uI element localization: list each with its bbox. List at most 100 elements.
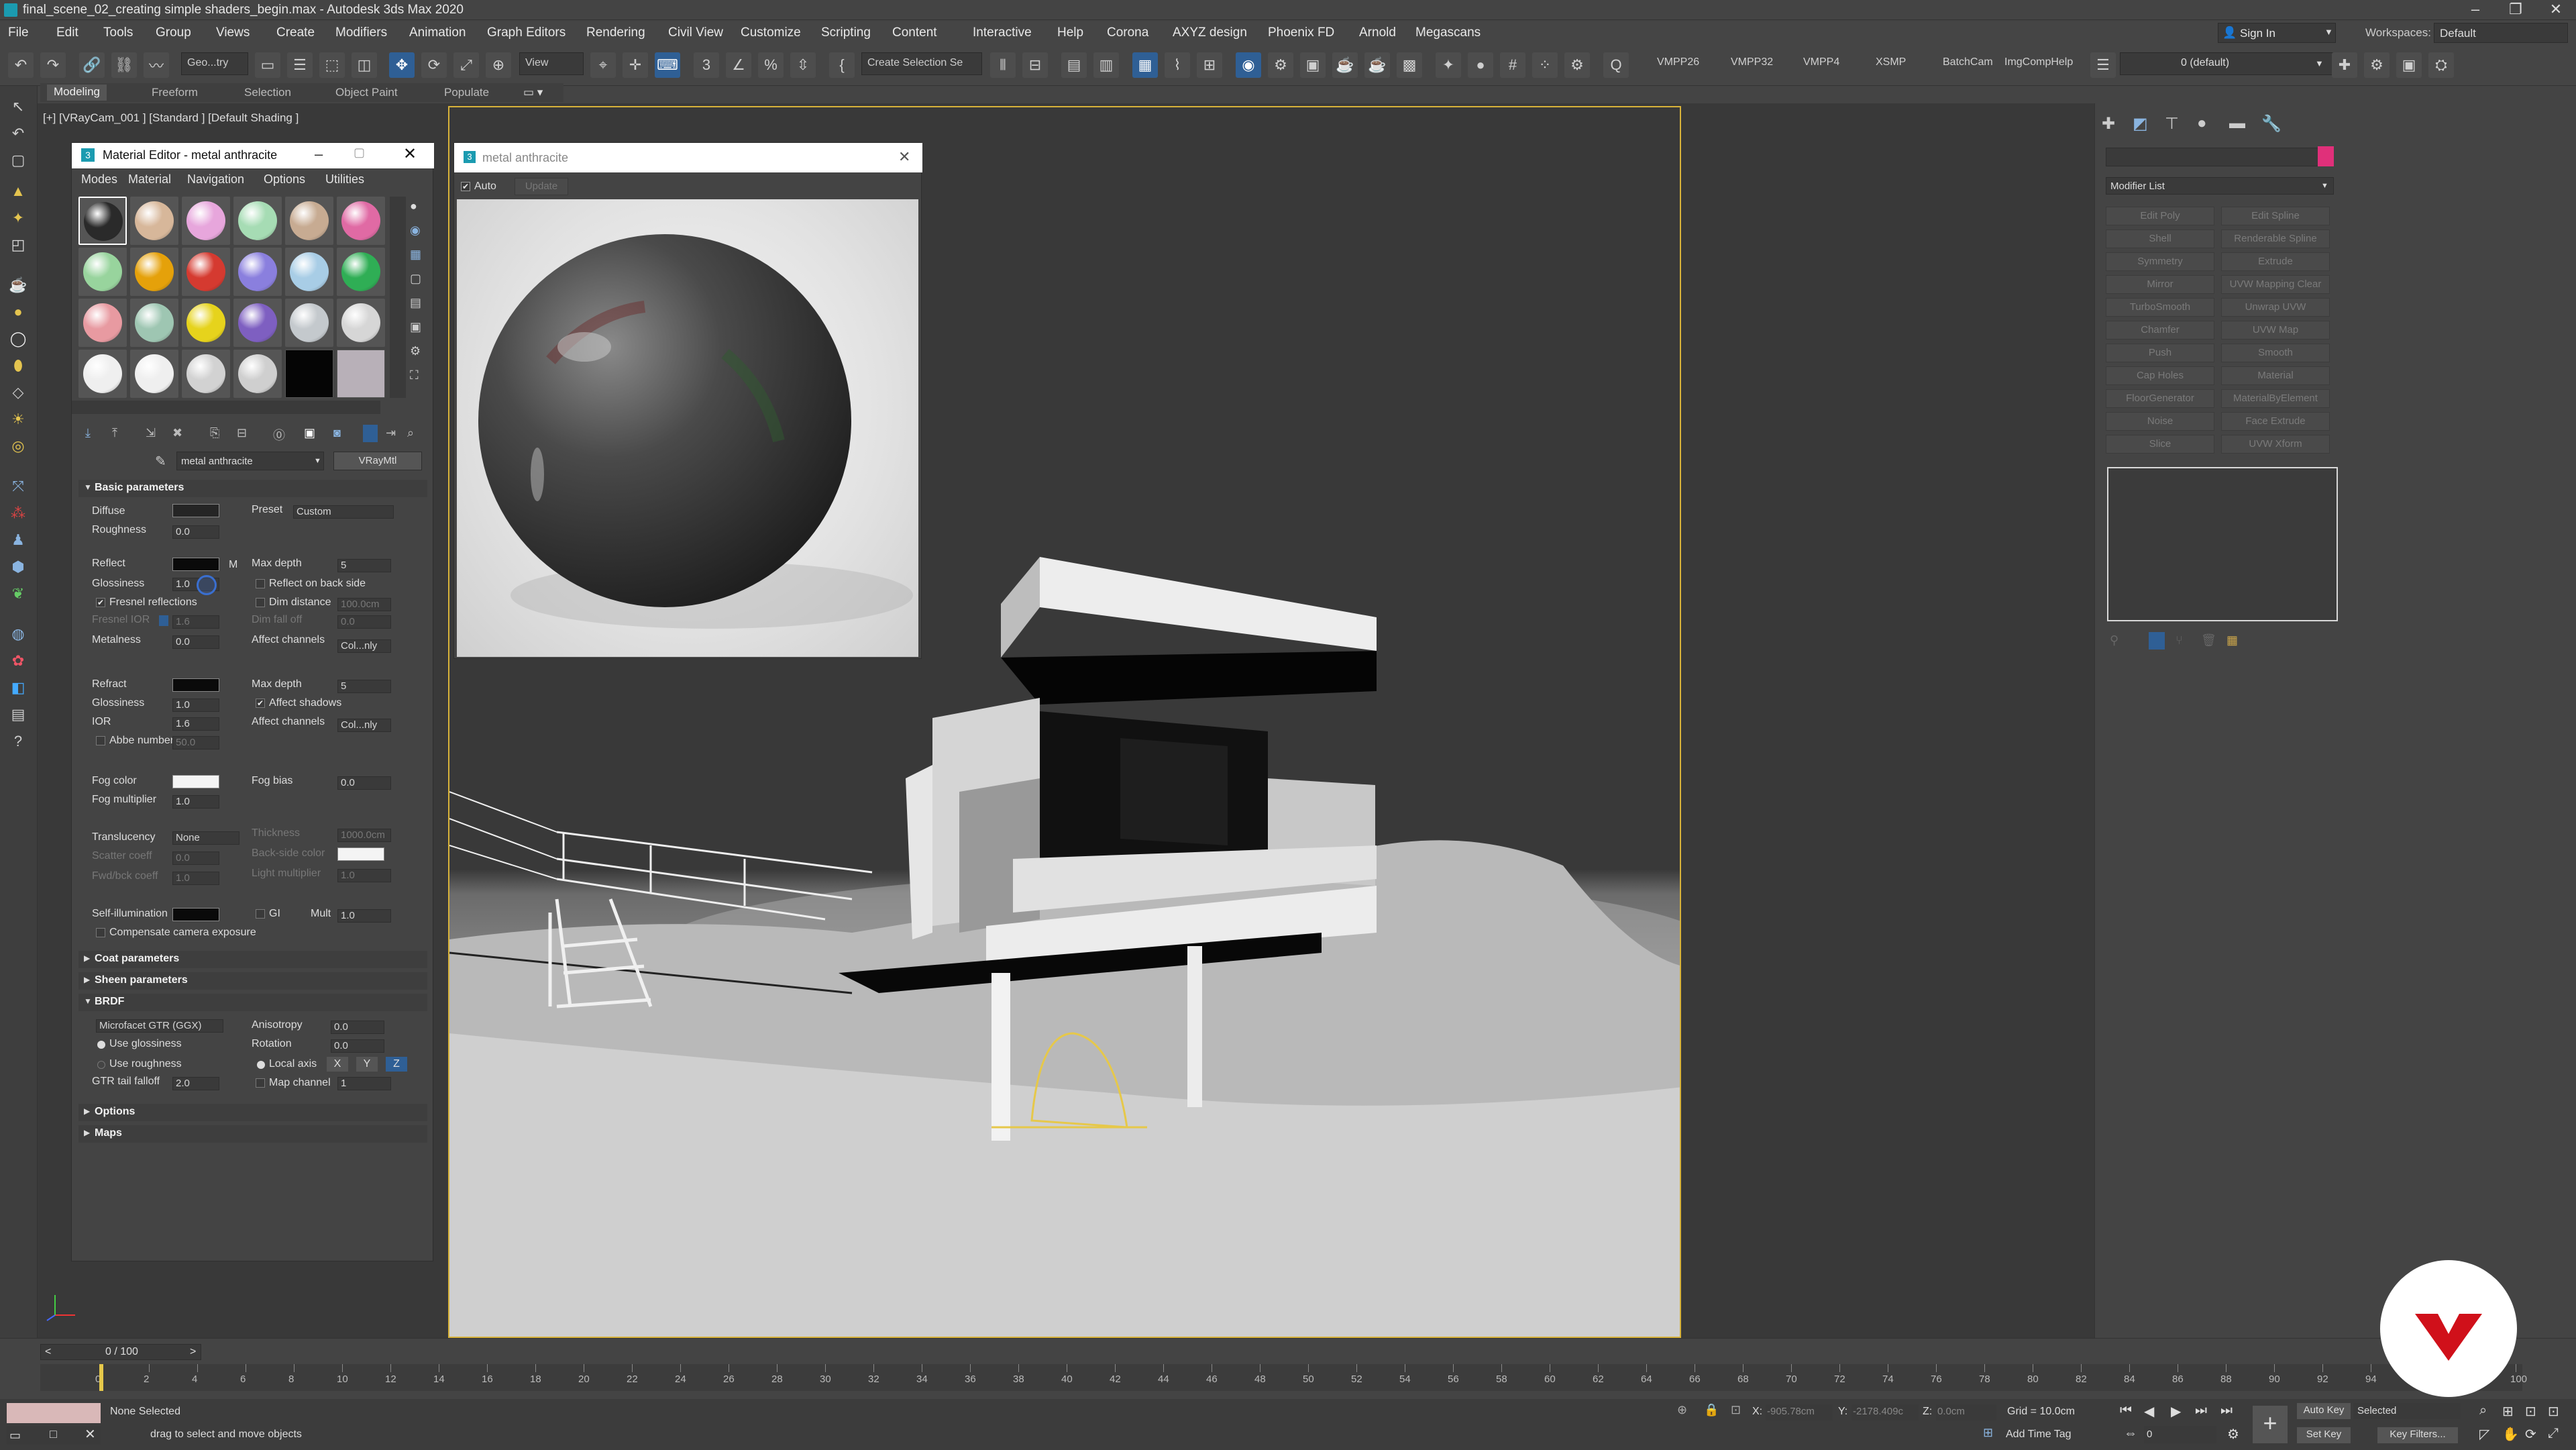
material-slot[interactable]	[130, 350, 178, 398]
edit-named-sets-icon[interactable]: {	[829, 52, 855, 78]
refract-max-depth-spinner[interactable]: 5	[337, 680, 391, 693]
material-editor-menu-options[interactable]: Options	[264, 172, 305, 187]
object-name-input[interactable]	[2106, 148, 2320, 166]
modifier-button-noise[interactable]: Noise	[2106, 412, 2214, 431]
abbe-spinner[interactable]: 50.0	[172, 736, 219, 749]
modifier-button-materialbyelement[interactable]: MaterialByElement	[2221, 389, 2330, 408]
modifier-button-mirror[interactable]: Mirror	[2106, 275, 2214, 294]
key-mode-icon[interactable]: ⇔	[2124, 1426, 2137, 1441]
play-icon[interactable]: ▶	[2171, 1403, 2181, 1420]
radio-selected-icon[interactable]	[97, 1041, 105, 1049]
menu-tools[interactable]: Tools	[103, 25, 133, 40]
minimize-icon[interactable]: –	[2455, 0, 2496, 20]
map-channel-checkbox[interactable]	[256, 1078, 265, 1088]
refract-affect-dropdown[interactable]: Col...nly	[337, 719, 391, 732]
material-slot[interactable]	[182, 350, 230, 398]
preview-titlebar[interactable]: 3 metal anthracite ✕	[454, 143, 922, 172]
add-layer-icon[interactable]: ✚	[2332, 52, 2357, 78]
orbit-icon[interactable]: ⟳	[2525, 1426, 2536, 1443]
minimize-icon[interactable]: –	[315, 146, 323, 163]
slots-vertical-scrollbar[interactable]	[390, 197, 406, 398]
maps-header[interactable]	[78, 1125, 427, 1143]
modifier-button-shell[interactable]: Shell	[2106, 229, 2214, 248]
script-button-vmpp26[interactable]: VMPP26	[1657, 56, 1699, 68]
modifier-button-uvw-mapping-clear[interactable]: UVW Mapping Clear	[2221, 275, 2330, 294]
make-unique-icon[interactable]: ⑂	[2176, 633, 2183, 648]
color-dots-icon[interactable]: ⁘	[1532, 52, 1558, 78]
material-slot[interactable]	[285, 197, 333, 245]
material-editor-menu-material[interactable]: Material	[128, 172, 171, 187]
close-icon[interactable]: ✕	[2536, 0, 2576, 20]
sun-icon[interactable]: ☀	[7, 408, 30, 431]
fwd-bck-spinner[interactable]: 1.0	[172, 872, 219, 885]
globe-icon[interactable]: ◍	[7, 623, 30, 645]
background-icon[interactable]: ▦	[410, 248, 421, 262]
spinner-snap-icon[interactable]: ⇳	[790, 52, 816, 78]
axis-x-button[interactable]: X	[327, 1057, 348, 1072]
pin-stack-icon[interactable]: ⚲	[2110, 633, 2118, 648]
render-icon[interactable]: ☕	[1332, 52, 1358, 78]
time-tag-icon[interactable]: ⊞	[1983, 1426, 1993, 1440]
render-setup-icon[interactable]: ⚙	[1268, 52, 1293, 78]
modify-tab-icon[interactable]: ◩	[2133, 114, 2148, 134]
modifier-button-material[interactable]: Material	[2221, 366, 2330, 385]
script-button-vmpp32[interactable]: VMPP32	[1731, 56, 1773, 68]
menu-corona[interactable]: Corona	[1107, 25, 1148, 40]
isolate-icon[interactable]: ⊕	[1677, 1403, 1687, 1417]
assign-material-icon[interactable]: ⇲	[146, 426, 156, 440]
zoom-extents-icon[interactable]: ⊡	[2525, 1403, 2536, 1420]
layer-select-icon[interactable]: ▣	[2396, 52, 2422, 78]
motion-tab-icon[interactable]: ●	[2197, 114, 2207, 133]
layer-toggle-icon[interactable]: ⛭	[2428, 52, 2454, 78]
modifier-button-extrude[interactable]: Extrude	[2221, 252, 2330, 271]
uv-tiling-icon[interactable]: ▢	[410, 272, 421, 286]
ribbon-options-icon[interactable]: ▭ ▾	[523, 86, 543, 99]
menu-rendering[interactable]: Rendering	[586, 25, 645, 40]
material-slot[interactable]	[78, 350, 127, 398]
material-slot[interactable]	[233, 299, 282, 347]
max-depth-spinner[interactable]: 5	[337, 559, 391, 572]
settings-gear-icon[interactable]: ⚙	[1564, 52, 1590, 78]
mult-spinner[interactable]: 1.0	[337, 909, 391, 923]
modifier-button-push[interactable]: Push	[2106, 344, 2214, 362]
reflect-color-swatch[interactable]	[172, 558, 219, 571]
set-key-icon[interactable]: +	[2253, 1406, 2288, 1443]
y-coordinate-field[interactable]: -2178.409c	[1851, 1404, 1919, 1420]
refract-glossiness-spinner[interactable]: 1.0	[172, 698, 219, 712]
key-selection-dropdown[interactable]: Selected	[2353, 1403, 2461, 1419]
select-icon[interactable]: ↖	[7, 95, 30, 118]
mirror-icon[interactable]: ⫴	[990, 52, 1016, 78]
material-slot[interactable]	[337, 248, 385, 296]
menu-graph-editors[interactable]: Graph Editors	[487, 25, 566, 40]
render-iterative-icon[interactable]: ☕	[1364, 52, 1390, 78]
menu-civil-view[interactable]: Civil View	[668, 25, 723, 40]
zoom-extents-all-icon[interactable]: ⊡	[2548, 1403, 2559, 1420]
grid-icon[interactable]: #	[1500, 52, 1525, 78]
reflect-back-checkbox[interactable]	[256, 579, 265, 588]
radio-icon[interactable]	[97, 1061, 105, 1069]
menu-content[interactable]: Content	[892, 25, 937, 40]
menu-arnold[interactable]: Arnold	[1359, 25, 1396, 40]
scene-explorer-icon[interactable]: ▤	[1061, 52, 1087, 78]
placement-icon[interactable]: ⊕	[486, 52, 511, 78]
modifier-button-face-extrude[interactable]: Face Extrude	[2221, 412, 2330, 431]
document-icon[interactable]: ▤	[7, 703, 30, 726]
absolute-mode-icon[interactable]: ⊡	[1731, 1403, 1741, 1417]
material-slot[interactable]	[78, 248, 127, 296]
menu-views[interactable]: Views	[216, 25, 250, 40]
script-button-xsmp[interactable]: XSMP	[1876, 56, 1906, 68]
material-slot[interactable]	[233, 197, 282, 245]
dim-distance-spinner[interactable]: 100.0cm	[337, 598, 391, 611]
modifier-button-uvw-xform[interactable]: UVW Xform	[2221, 435, 2330, 454]
gi-checkbox[interactable]	[256, 909, 265, 919]
lights-icon[interactable]: ✦	[7, 207, 30, 229]
menu-edit[interactable]: Edit	[56, 25, 78, 40]
select-manipulate-icon[interactable]: ✛	[623, 52, 648, 78]
script-button-batchcam[interactable]: BatchCam	[1943, 56, 1993, 68]
select-by-name-icon[interactable]: ☰	[287, 52, 313, 78]
previous-frame-icon[interactable]: ◀	[2144, 1403, 2154, 1420]
material-editor-menu-utilities[interactable]: Utilities	[325, 172, 364, 187]
show-end-result-icon[interactable]	[2149, 632, 2165, 650]
rendered-frame-icon[interactable]: ▣	[1300, 52, 1326, 78]
material-editor-icon[interactable]: ◉	[1236, 52, 1261, 78]
